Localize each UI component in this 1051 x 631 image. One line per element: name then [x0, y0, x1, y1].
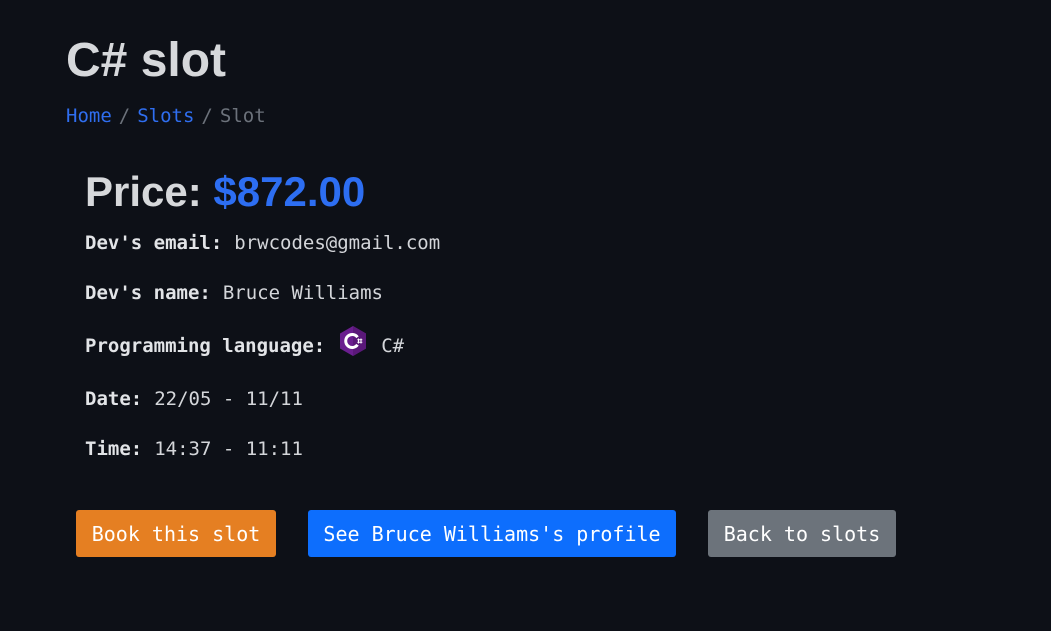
breadcrumb-current: Slot	[219, 105, 266, 127]
programming-language-label: Programming language:	[85, 335, 326, 357]
date-value: 22/05 - 11/11	[154, 388, 303, 410]
csharp-logo-icon	[338, 325, 368, 357]
back-to-slots-button[interactable]: Back to slots	[708, 510, 896, 557]
slot-page: C# slot Home / Slots / Slot Price: $872.00 D…	[0, 0, 1051, 631]
see-profile-button[interactable]: See Bruce Williams's profile	[308, 510, 676, 557]
dev-name-value: Bruce Williams	[222, 282, 383, 304]
dev-name-row: Dev's name: Bruce Williams	[85, 281, 383, 305]
price-label: Price:	[85, 168, 202, 215]
breadcrumb-home-link[interactable]: Home	[66, 105, 112, 127]
price-heading: Price: $872.00	[85, 166, 365, 218]
time-label: Time:	[85, 438, 143, 460]
breadcrumb-separator: /	[201, 105, 213, 127]
dev-name-label: Dev's name:	[85, 282, 211, 304]
breadcrumb: Home / Slots / Slot	[66, 104, 266, 128]
breadcrumb-slots-link[interactable]: Slots	[137, 105, 194, 127]
price-value: $872.00	[213, 168, 366, 215]
time-row: Time: 14:37 - 11:11	[85, 437, 303, 461]
time-value: 14:37 - 11:11	[154, 438, 303, 460]
breadcrumb-separator: /	[118, 105, 131, 127]
dev-email-row: Dev's email: brwcodes@gmail.com	[85, 231, 440, 255]
book-slot-button[interactable]: Book this slot	[76, 510, 276, 557]
programming-language-row: Programming language: C#	[85, 326, 405, 362]
date-label: Date:	[85, 388, 143, 410]
programming-language-value: C#	[381, 335, 405, 357]
date-row: Date: 22/05 - 11/11	[85, 387, 303, 411]
dev-email-value: brwcodes@gmail.com	[234, 232, 441, 254]
dev-email-label: Dev's email:	[85, 232, 223, 254]
page-title: C# slot	[66, 34, 227, 87]
